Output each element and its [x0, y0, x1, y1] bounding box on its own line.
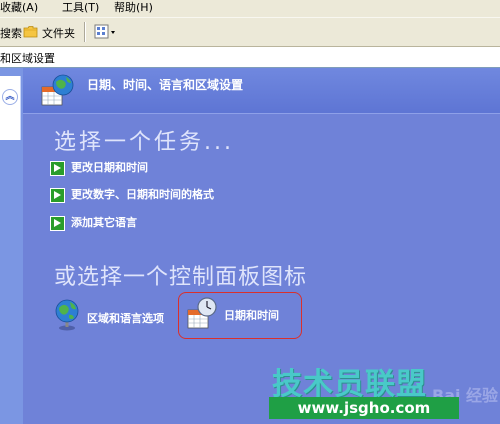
folders-button[interactable]: 文件夹	[42, 25, 75, 41]
left-pane-box: ︽	[0, 76, 21, 140]
menu-bar: 收藏(A) 工具(T) 帮助(H)	[0, 0, 500, 17]
task-label: 更改数字、日期和时间的格式	[71, 188, 214, 201]
folder-icon[interactable]	[23, 24, 38, 39]
collapse-icon[interactable]: ︽	[2, 89, 18, 105]
menu-favorites[interactable]: 收藏(A)	[0, 1, 38, 15]
address-bar[interactable]: 和区域设置	[0, 47, 500, 68]
globe-calendar-icon	[41, 74, 74, 106]
arrow-right-icon	[50, 215, 65, 231]
toolbar: 搜索 文件夹	[0, 17, 500, 47]
toolbar-divider	[84, 22, 85, 42]
left-task-pane: ︽	[0, 68, 23, 424]
globe-icon	[55, 299, 79, 331]
task-label: 更改日期和时间	[71, 161, 148, 174]
task-add-language[interactable]: 添加其它语言	[50, 215, 137, 231]
address-text: 和区域设置	[0, 52, 55, 65]
task-change-date-time[interactable]: 更改日期和时间	[50, 160, 148, 176]
category-content: 日期、时间、语言和区域设置 选择一个任务... 更改日期和时间 更改数字、日期和…	[23, 68, 500, 424]
arrow-right-icon	[50, 160, 65, 176]
task-heading: 选择一个任务...	[54, 130, 234, 155]
watermark-url: www.jsgho.com	[269, 397, 459, 419]
highlight-box	[178, 292, 302, 339]
region-language-label: 区域和语言选项	[87, 312, 164, 325]
category-header: 日期、时间、语言和区域设置	[23, 68, 500, 114]
control-panel-heading: 或选择一个控制面板图标	[54, 265, 308, 290]
watermark: 技术员联盟 Bai 经验 www.jsgho.com	[269, 359, 500, 424]
region-language-options[interactable]: 区域和语言选项	[53, 299, 193, 335]
task-change-number-format[interactable]: 更改数字、日期和时间的格式	[50, 187, 214, 203]
views-icon[interactable]	[93, 23, 117, 41]
task-label: 添加其它语言	[71, 216, 137, 229]
arrow-right-icon	[50, 187, 65, 203]
category-title: 日期、时间、语言和区域设置	[87, 78, 244, 92]
menu-tools[interactable]: 工具(T)	[62, 1, 99, 15]
menu-help[interactable]: 帮助(H)	[114, 1, 153, 15]
search-button[interactable]: 搜索	[0, 25, 22, 41]
